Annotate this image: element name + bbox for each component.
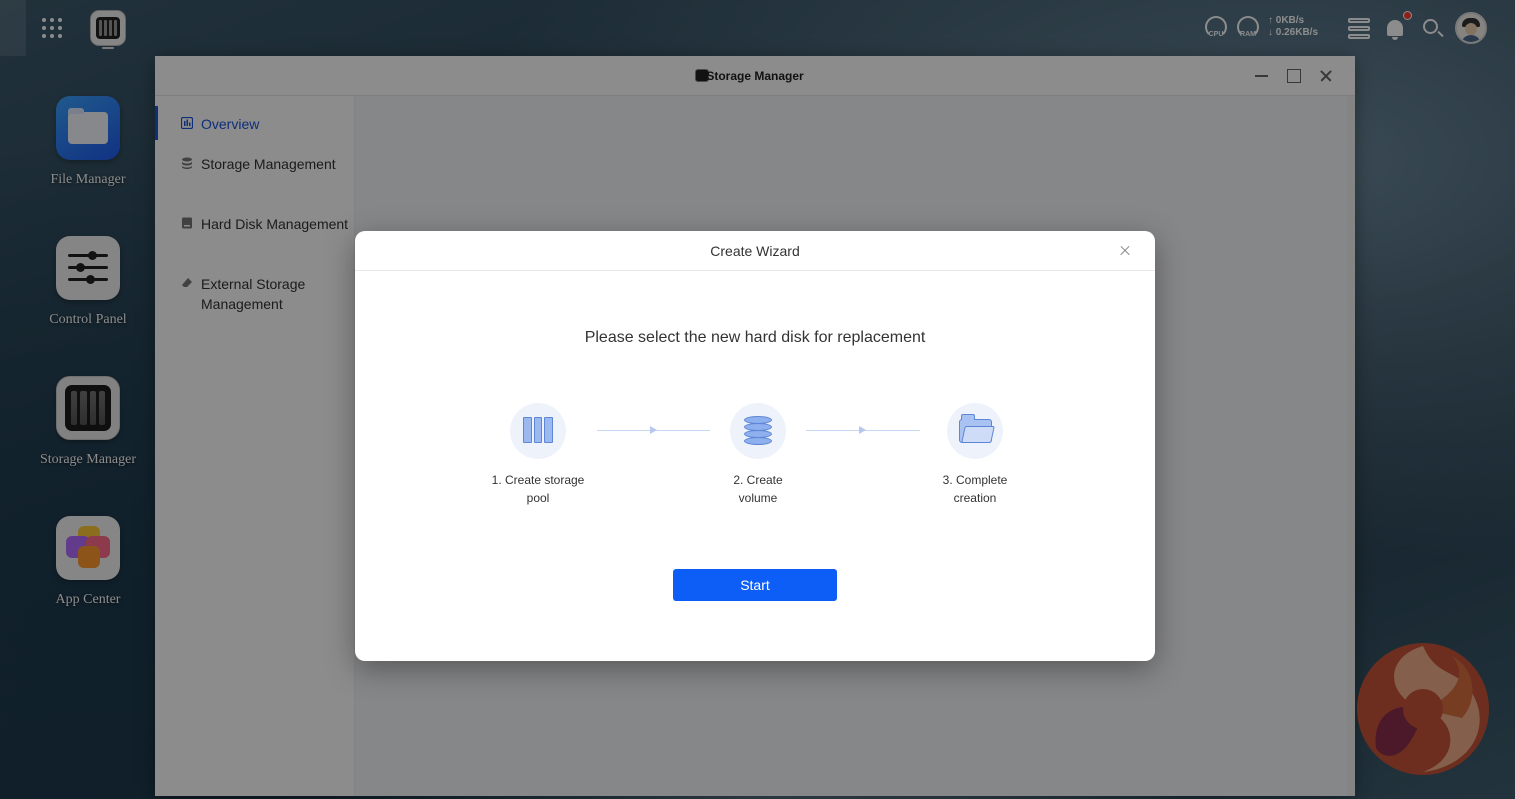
create-wizard-dialog: Create Wizard Please select the new hard… bbox=[355, 231, 1155, 661]
step-2-circle bbox=[730, 403, 786, 459]
step-label-line: 2. Create bbox=[733, 473, 783, 487]
step-1-label: 1. Create storage pool bbox=[468, 471, 608, 507]
volume-icon bbox=[744, 416, 772, 446]
step-3-label: 3. Complete creation bbox=[905, 471, 1045, 507]
dialog-header: Create Wizard bbox=[355, 231, 1155, 271]
folder-icon bbox=[959, 414, 992, 443]
start-button[interactable]: Start bbox=[673, 569, 837, 601]
step-label-line: creation bbox=[953, 491, 997, 505]
step-label-line: 1. Create storage bbox=[491, 473, 585, 487]
step-1-circle bbox=[510, 403, 566, 459]
step-2-label: 2. Create volume bbox=[688, 471, 828, 507]
storage-pool-icon bbox=[523, 417, 554, 443]
step-label-line: pool bbox=[526, 491, 550, 505]
arrow-right-icon bbox=[859, 426, 866, 434]
step-3-circle bbox=[947, 403, 1003, 459]
wizard-prompt: Please select the new hard disk for repl… bbox=[584, 329, 926, 346]
close-icon[interactable] bbox=[1117, 243, 1133, 259]
step-label-line: volume bbox=[738, 491, 778, 505]
step-label-line: 3. Complete bbox=[942, 473, 1008, 487]
dialog-title: Create Wizard bbox=[710, 243, 800, 259]
arrow-right-icon bbox=[650, 426, 657, 434]
